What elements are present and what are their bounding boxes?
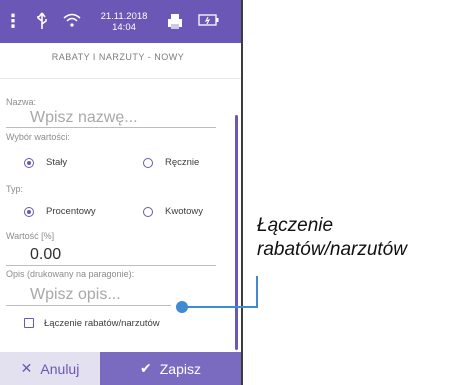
save-button[interactable]: ✔ Zapisz	[100, 352, 241, 385]
radio-percent[interactable]: Procentowy	[24, 206, 96, 217]
wifi-icon	[62, 10, 82, 30]
description-label: Opis (drukowany na paragonie):	[6, 269, 135, 279]
type-label: Typ:	[6, 184, 24, 194]
combine-checkbox-label: Łączenie rabatów/narzutów	[44, 318, 160, 329]
amount-input[interactable]: 0.00	[6, 244, 216, 266]
divider	[0, 78, 241, 79]
description-input[interactable]	[6, 284, 171, 306]
usb-icon	[34, 11, 50, 31]
status-bar: ⋮ 21.11.2018 14:04	[0, 0, 241, 43]
scrollbar[interactable]	[235, 115, 238, 350]
device-screen: ⋮ 21.11.2018 14:04 RABATY I NARZUTY - NO…	[0, 0, 243, 385]
datetime: 21.11.2018 14:04	[96, 7, 152, 37]
combine-checkbox[interactable]	[24, 318, 34, 328]
cancel-button-label: Anuluj	[40, 360, 80, 377]
value-choice-label: Wybór wartości:	[6, 132, 70, 142]
status-time: 14:04	[112, 22, 136, 33]
status-date: 21.11.2018	[100, 11, 148, 22]
callout-dot	[176, 301, 188, 313]
radio-amount-label: Kwotowy	[165, 206, 204, 217]
radio-manual-label: Ręcznie	[165, 157, 200, 168]
radio-amount[interactable]: Kwotowy	[143, 206, 203, 217]
radio-manual[interactable]: Ręcznie	[143, 157, 199, 168]
save-button-label: Zapisz	[159, 360, 201, 377]
callout-line-1: Łączenie	[257, 215, 334, 236]
radio-percent-label: Procentowy	[46, 206, 96, 217]
callout-connector	[256, 276, 258, 308]
radio-percent-button[interactable]	[24, 206, 34, 217]
battery-icon	[198, 14, 220, 26]
radio-amount-button[interactable]	[143, 206, 153, 217]
radio-manual-button[interactable]	[143, 157, 153, 168]
radio-fixed-button[interactable]	[24, 157, 34, 168]
name-input[interactable]	[6, 108, 216, 128]
checkmark-icon: ✔	[140, 360, 152, 376]
radio-fixed[interactable]: Stały	[24, 157, 67, 168]
radio-fixed-label: Stały	[46, 157, 68, 168]
callout-line	[182, 306, 257, 308]
amount-label: Wartość [%]	[6, 231, 55, 241]
callout-line-2: rabatów/narzutów	[257, 239, 407, 260]
cancel-button[interactable]: ✕ Anuluj	[0, 352, 100, 385]
kebab-menu-icon[interactable]: ⋮	[4, 11, 22, 31]
name-label: Nazwa:	[6, 97, 37, 107]
callout-text: Łączenie rabatów/narzutów	[257, 214, 471, 262]
printer-icon	[164, 10, 186, 32]
page-title: RABATY I NARZUTY - NOWY	[51, 52, 185, 62]
close-icon: ✕	[20, 360, 33, 376]
